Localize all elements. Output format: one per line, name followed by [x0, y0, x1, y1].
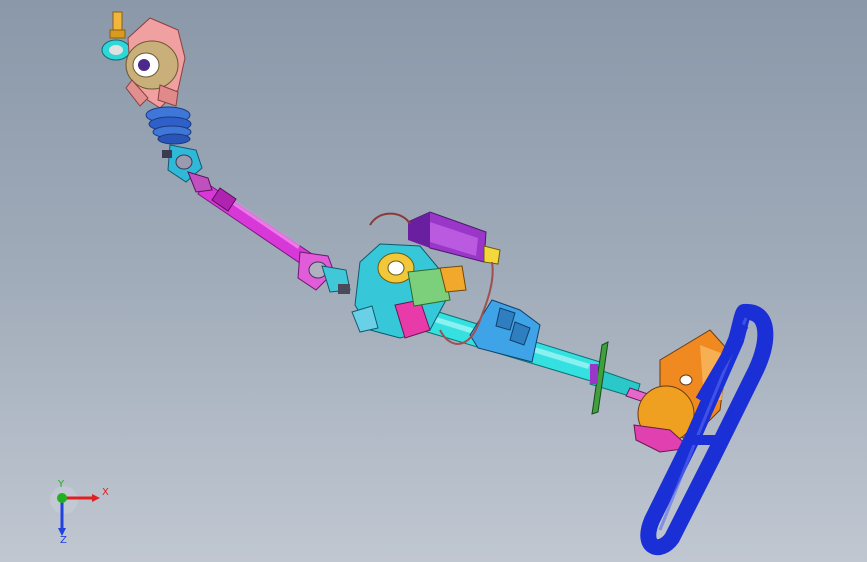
tie-rod-end[interactable] — [101, 11, 131, 61]
y-axis-label: Y — [58, 479, 65, 490]
z-axis-label: Z — [60, 535, 67, 546]
lower-universal-joint[interactable] — [162, 144, 213, 193]
upper-universal-joint[interactable] — [297, 251, 351, 294]
mounting-bracket[interactable] — [469, 299, 541, 363]
x-axis-label: X — [102, 487, 109, 498]
axis-triad[interactable]: X Y Z — [40, 478, 120, 548]
control-board[interactable] — [407, 265, 467, 307]
rubber-boot[interactable] — [145, 106, 192, 145]
cad-viewport[interactable]: X Y Z — [0, 0, 867, 562]
steering-column-model[interactable] — [0, 0, 867, 562]
y-axis-dot — [57, 493, 67, 503]
steering-gear-housing[interactable] — [125, 17, 186, 109]
